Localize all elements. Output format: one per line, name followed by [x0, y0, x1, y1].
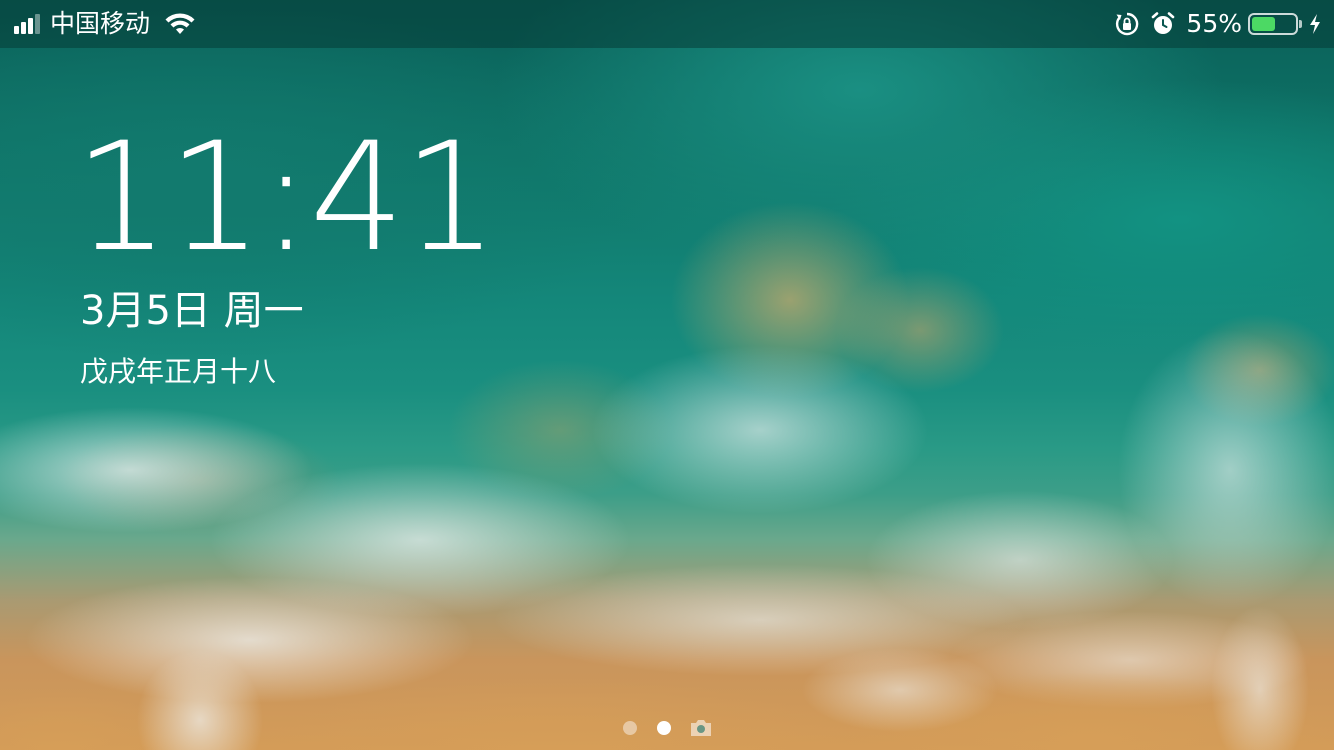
clock-time: 11:41: [74, 111, 498, 285]
status-bar: 中国移动 55%: [0, 0, 1334, 48]
lock-info: 11:41 3月5日 周一 戊戌年正月十八: [74, 111, 498, 390]
rotation-lock-icon: [1116, 12, 1139, 36]
alarm-icon: [1152, 12, 1175, 34]
lock-screen: 中国移动 55% 11:41 3月5日 周一 戊戌年正月十八: [0, 0, 1334, 750]
battery-level: [1252, 17, 1276, 31]
page-indicator[interactable]: [0, 718, 1334, 738]
wifi-icon: [165, 13, 195, 34]
clock-date: 3月5日 周一: [80, 288, 304, 334]
page-dot-today[interactable]: [623, 721, 637, 735]
battery-percentage: 55%: [1186, 9, 1242, 38]
page-dot-lockscreen[interactable]: [657, 721, 671, 735]
battery-icon: [1248, 13, 1302, 35]
lunar-date: 戊戌年正月十八: [80, 355, 277, 388]
carrier-name: 中国移动: [50, 9, 151, 38]
signal-strength-icon: [14, 14, 42, 34]
bolt-icon: [1310, 14, 1320, 34]
status-bar-left: 中国移动: [14, 0, 196, 48]
status-bar-right: 55%: [1114, 0, 1322, 48]
camera-icon[interactable]: [689, 718, 713, 738]
